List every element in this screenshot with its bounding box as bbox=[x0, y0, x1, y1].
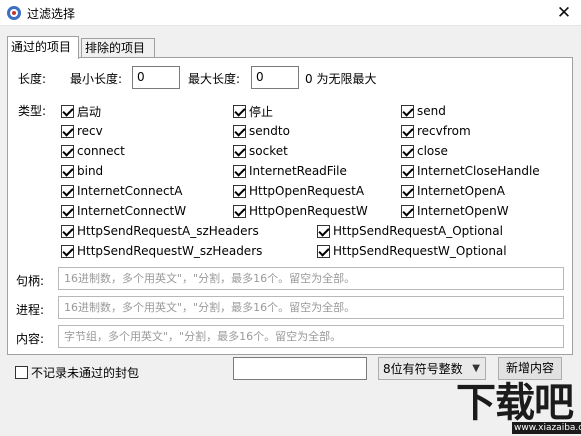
checkbox-type-recvfrom[interactable]: recvfrom bbox=[401, 123, 471, 139]
checkbox-label: send bbox=[417, 104, 446, 118]
checkbox-no-record-failed[interactable]: 不记录未通过的封包 bbox=[15, 364, 139, 380]
checkbox-type-internetopenw[interactable]: InternetOpenW bbox=[401, 203, 509, 219]
close-icon: ✕ bbox=[556, 3, 572, 23]
min-length-label: 最小长度: bbox=[70, 72, 123, 86]
checkbox-box[interactable] bbox=[233, 144, 246, 158]
checkbox-type-internetconnectw[interactable]: InternetConnectW bbox=[61, 203, 186, 219]
checkbox-type-send[interactable]: send bbox=[401, 103, 446, 119]
checkbox-type-internetclosehandle[interactable]: InternetCloseHandle bbox=[401, 163, 540, 179]
checkbox-label: bind bbox=[77, 164, 104, 178]
min-length-input[interactable]: 0 bbox=[132, 66, 180, 89]
checkbox-label: recvfrom bbox=[417, 124, 471, 138]
checkbox-type-httpsendrequestw-szheaders[interactable]: HttpSendRequestW_szHeaders bbox=[61, 243, 262, 259]
tab-excluded-items[interactable]: 排除的项目 bbox=[81, 38, 155, 58]
checkbox-type-httpsendrequestw-optional[interactable]: HttpSendRequestW_Optional bbox=[317, 243, 507, 259]
checkbox-box[interactable] bbox=[401, 184, 414, 198]
checkbox-type-httpsendrequesta-szheaders[interactable]: HttpSendRequestA_szHeaders bbox=[61, 223, 259, 239]
checkbox-box[interactable] bbox=[15, 365, 28, 379]
length-label: 长度: bbox=[18, 72, 47, 86]
checkbox-box[interactable] bbox=[401, 144, 414, 158]
title-bar: 过滤选择 ✕ bbox=[0, 0, 581, 26]
checkbox-type-httpopenrequesta[interactable]: HttpOpenRequestA bbox=[233, 183, 364, 199]
checkbox-box[interactable] bbox=[233, 204, 246, 218]
checkbox-type-connect[interactable]: connect bbox=[61, 143, 125, 159]
checkbox-box[interactable] bbox=[401, 104, 414, 118]
checkbox-label: InternetReadFile bbox=[249, 164, 347, 178]
checkbox-type-bind[interactable]: bind bbox=[61, 163, 103, 179]
checkbox-box[interactable] bbox=[233, 184, 246, 198]
process-input[interactable]: 16进制数，多个用英文"，"分割，最多16个。留空为全部。 bbox=[58, 296, 564, 319]
checkbox-box[interactable] bbox=[317, 224, 330, 238]
checkbox-label: 停止 bbox=[249, 104, 274, 119]
max-length-label: 最大长度: bbox=[188, 72, 241, 86]
checkbox-box[interactable] bbox=[61, 144, 74, 158]
checkbox-label: HttpSendRequestA_Optional bbox=[333, 224, 503, 238]
checkbox-label: HttpSendRequestW_szHeaders bbox=[77, 244, 263, 258]
checkbox-label: InternetConnectA bbox=[77, 184, 183, 198]
checkbox-box[interactable] bbox=[61, 164, 74, 178]
checkbox-type-sendto[interactable]: sendto bbox=[233, 123, 290, 139]
app-icon bbox=[7, 6, 21, 20]
checkbox-box[interactable] bbox=[61, 244, 74, 258]
checkbox-label: HttpSendRequestA_szHeaders bbox=[77, 224, 259, 238]
tab-passed-items[interactable]: 通过的项目 bbox=[7, 36, 79, 59]
watermark-url: www.xiazaiba.com bbox=[512, 422, 581, 434]
checkbox-label: InternetConnectW bbox=[77, 204, 187, 218]
add-content-button[interactable]: 新增内容 bbox=[498, 357, 562, 380]
data-type-select[interactable]: 8位有符号整数 ▼ bbox=[378, 357, 486, 380]
checkbox-label: HttpOpenRequestA bbox=[249, 184, 365, 198]
checkbox-box[interactable] bbox=[233, 164, 246, 178]
checkbox-label: 启动 bbox=[77, 104, 102, 119]
process-label: 进程: bbox=[16, 303, 45, 317]
checkbox-box[interactable] bbox=[61, 204, 74, 218]
watermark: 下载吧 www.xiazaiba.com bbox=[452, 378, 581, 436]
checkbox-box[interactable] bbox=[233, 104, 246, 118]
checkbox-box[interactable] bbox=[61, 124, 74, 138]
checkbox-box[interactable] bbox=[61, 104, 74, 118]
checkbox-box[interactable] bbox=[61, 224, 74, 238]
checkbox-box[interactable] bbox=[401, 204, 414, 218]
tab-panel: 长度: 最小长度: 0 最大长度: 0 0 为无限最大 类型: 启动 停止 se… bbox=[7, 57, 573, 355]
length-note: 0 为无限最大 bbox=[305, 72, 377, 86]
close-button[interactable]: ✕ bbox=[547, 0, 581, 26]
checkbox-label: connect bbox=[77, 144, 125, 158]
checkbox-label: sendto bbox=[249, 124, 290, 138]
checkbox-box[interactable] bbox=[401, 164, 414, 178]
chevron-down-icon: ▼ bbox=[472, 363, 480, 374]
checkbox-type-internetreadfile[interactable]: InternetReadFile bbox=[233, 163, 347, 179]
checkbox-box[interactable] bbox=[233, 124, 246, 138]
checkbox-label: InternetCloseHandle bbox=[417, 164, 540, 178]
checkbox-label: close bbox=[417, 144, 448, 158]
content-value-input[interactable] bbox=[233, 357, 367, 380]
checkbox-box[interactable] bbox=[317, 244, 330, 258]
checkbox-type-close[interactable]: close bbox=[401, 143, 448, 159]
content-label: 内容: bbox=[16, 332, 45, 346]
checkbox-type-start[interactable]: 启动 bbox=[61, 103, 101, 119]
checkbox-label: socket bbox=[249, 144, 288, 158]
checkbox-type-internetconnecta[interactable]: InternetConnectA bbox=[61, 183, 182, 199]
checkbox-label: InternetOpenW bbox=[417, 204, 509, 218]
max-length-input[interactable]: 0 bbox=[251, 66, 299, 89]
select-value: 8位有符号整数 bbox=[383, 362, 463, 376]
checkbox-type-recv[interactable]: recv bbox=[61, 123, 103, 139]
checkbox-box[interactable] bbox=[401, 124, 414, 138]
checkbox-box[interactable] bbox=[61, 184, 74, 198]
content-input[interactable]: 字节组，多个用英文"，"分割，最多16个。留空为全部。 bbox=[58, 325, 564, 348]
checkbox-label: HttpOpenRequestW bbox=[249, 204, 368, 218]
checkbox-label: recv bbox=[77, 124, 103, 138]
watermark-logo: 下载吧 bbox=[456, 380, 574, 426]
window-title: 过滤选择 bbox=[27, 7, 76, 21]
checkbox-label: HttpSendRequestW_Optional bbox=[333, 244, 507, 258]
checkbox-type-httpsendrequesta-optional[interactable]: HttpSendRequestA_Optional bbox=[317, 223, 503, 239]
types-label: 类型: bbox=[18, 104, 47, 118]
handle-label: 句柄: bbox=[16, 274, 45, 288]
checkbox-type-httpopenrequestw[interactable]: HttpOpenRequestW bbox=[233, 203, 368, 219]
checkbox-label: 不记录未通过的封包 bbox=[31, 365, 140, 380]
checkbox-type-internetopena[interactable]: InternetOpenA bbox=[401, 183, 505, 199]
checkbox-type-socket[interactable]: socket bbox=[233, 143, 288, 159]
checkbox-label: InternetOpenA bbox=[417, 184, 505, 198]
checkbox-type-stop[interactable]: 停止 bbox=[233, 103, 273, 119]
handle-input[interactable]: 16进制数，多个用英文"，"分割，最多16个。留空为全部。 bbox=[58, 267, 564, 290]
